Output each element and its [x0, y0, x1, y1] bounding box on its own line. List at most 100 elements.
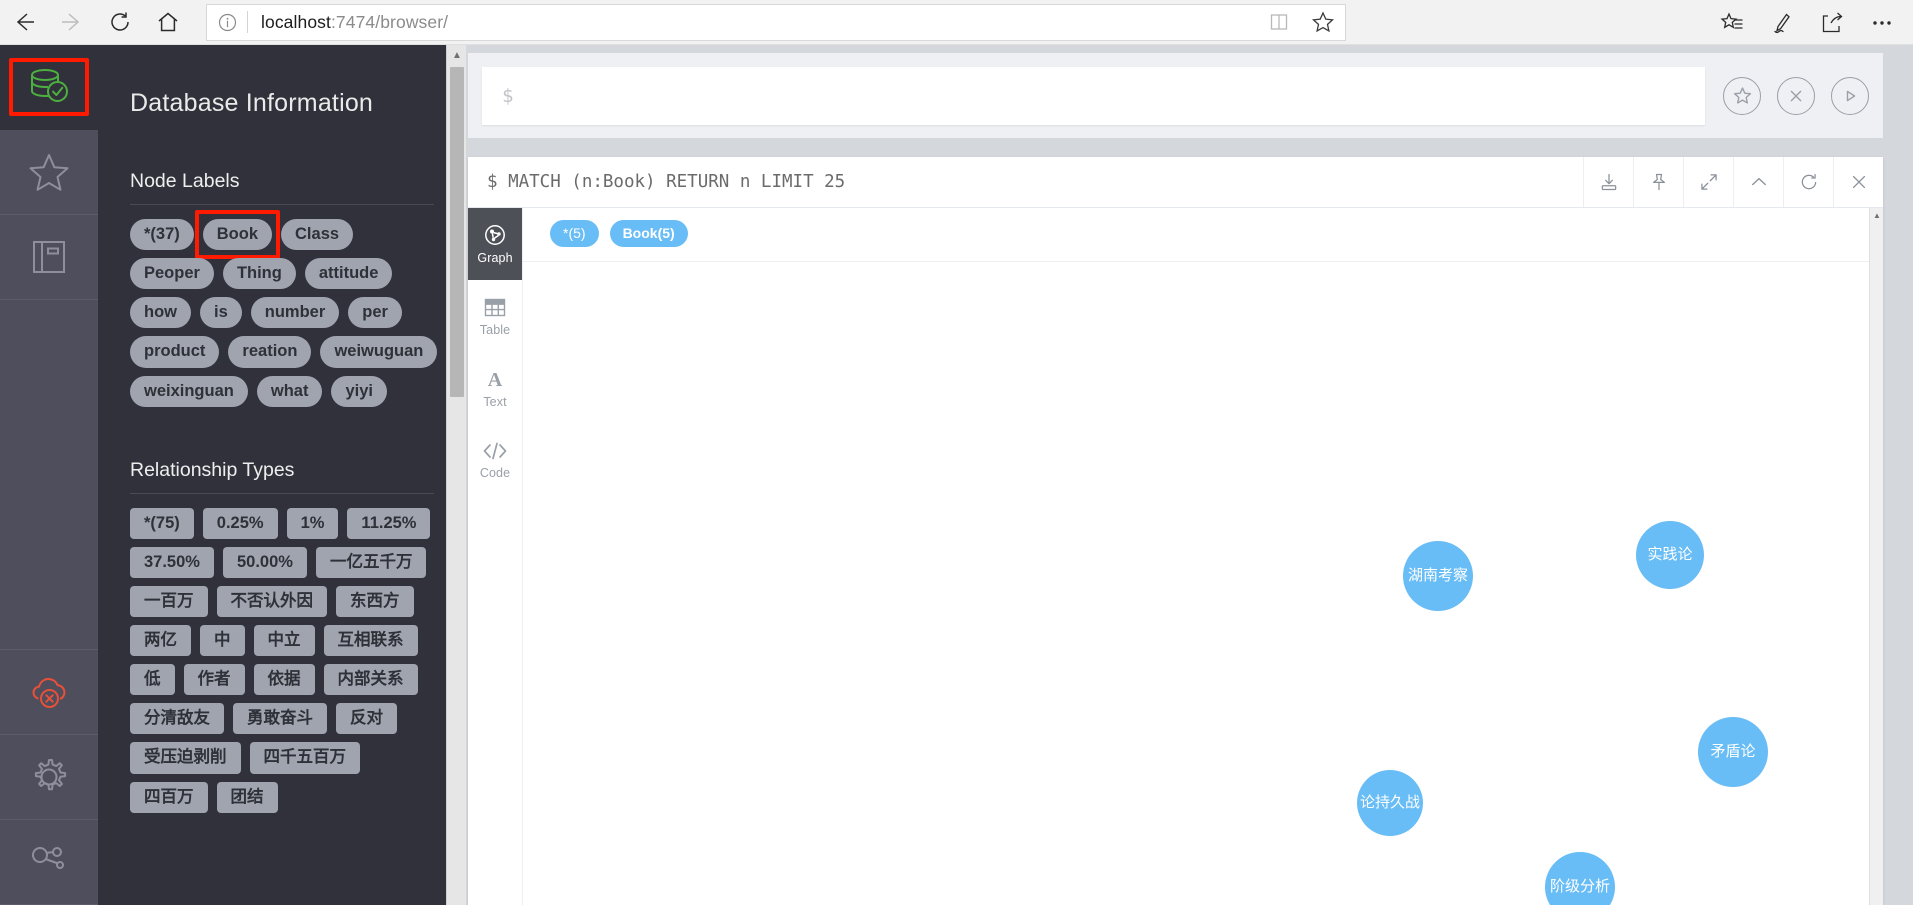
sidebar-item-settings[interactable] — [0, 735, 98, 820]
node-label-chip[interactable]: weixinguan — [130, 375, 248, 407]
sidebar-item-favorites[interactable] — [0, 130, 98, 215]
tab-graph-label: Graph — [477, 251, 513, 265]
tab-graph[interactable]: Graph — [468, 208, 522, 280]
node-label-chip[interactable]: yiyi — [331, 375, 387, 407]
sidebar-item-about[interactable] — [0, 820, 98, 905]
relationship-type-chip[interactable]: 分清敌友 — [130, 703, 224, 735]
relationship-type-chip[interactable]: 四千五百万 — [249, 742, 360, 774]
fullscreen-button[interactable] — [1683, 157, 1733, 207]
graph-node[interactable]: 湖南考察 — [1403, 541, 1473, 611]
close-button[interactable] — [1833, 157, 1883, 207]
address-host: localhost — [261, 11, 331, 32]
relationship-type-chip[interactable]: 11.25% — [347, 507, 431, 539]
ellipsis-icon[interactable] — [1857, 0, 1907, 45]
node-label-chip[interactable]: Class — [281, 219, 354, 251]
relationship-type-chip[interactable]: 依据 — [253, 664, 315, 696]
relationship-type-chip[interactable]: 一亿五千万 — [315, 546, 427, 578]
star-icon[interactable] — [1301, 4, 1345, 41]
graph-node[interactable]: 阶级分析 — [1545, 852, 1615, 905]
node-label-chip[interactable]: how — [130, 297, 191, 329]
star-list-icon[interactable] — [1707, 0, 1757, 45]
relationship-type-chip[interactable]: 1% — [286, 507, 339, 539]
home-button[interactable] — [144, 0, 192, 45]
refresh-button[interactable] — [96, 0, 144, 45]
sidebar-item-database-info[interactable] — [0, 45, 98, 130]
legend-chip[interactable]: Book(5) — [609, 220, 688, 247]
forward-button[interactable] — [48, 0, 96, 45]
node-label-chip[interactable]: reation — [228, 336, 312, 368]
clear-query-button[interactable] — [1777, 76, 1815, 115]
node-label-chip[interactable]: attitude — [304, 258, 393, 290]
address-bar[interactable]: localhost:7474/browser/ — [206, 3, 1346, 41]
node-label-chip[interactable]: *(37) — [130, 219, 194, 251]
relationship-type-chip[interactable]: 东西方 — [336, 585, 414, 617]
graph-node[interactable]: 论持久战 — [1357, 770, 1423, 836]
node-label-chip[interactable]: weiwuguan — [320, 336, 438, 368]
scrollbar-thumb[interactable] — [450, 67, 464, 397]
info-icon[interactable] — [207, 5, 247, 40]
sidebar-item-cloud-disconnected[interactable] — [0, 650, 98, 735]
relationship-type-chip[interactable]: 中立 — [253, 625, 315, 657]
relationship-type-chip[interactable]: 互相联系 — [323, 625, 418, 657]
relationship-type-chip[interactable]: 一百万 — [130, 585, 208, 617]
relationship-type-chip[interactable]: 不否认外因 — [216, 585, 327, 617]
view-switcher: Graph Table A Text Code — [468, 208, 523, 905]
browser-actions — [1707, 0, 1907, 45]
download-button[interactable] — [1583, 157, 1633, 207]
frame-query-text[interactable]: $ MATCH (n:Book) RETURN n LIMIT 25 — [468, 157, 1583, 207]
node-label-chip[interactable]: per — [348, 297, 402, 329]
node-label-chip[interactable]: is — [200, 297, 242, 329]
graph-node[interactable]: 矛盾论 — [1698, 717, 1768, 787]
node-label-chip[interactable]: Peoper — [130, 258, 214, 290]
share-icon[interactable] — [1807, 0, 1857, 45]
node-label-chip-highlight — [194, 210, 281, 260]
graph-legend: *(5) Book(5) — [550, 220, 688, 247]
relationship-type-chip[interactable]: *(75) — [130, 507, 194, 539]
collapse-button[interactable] — [1733, 157, 1783, 207]
frame-scroll-up-icon[interactable]: ▲ — [1870, 208, 1883, 222]
relationship-type-chip[interactable]: 内部关系 — [323, 664, 418, 696]
address-path: :7474/browser/ — [330, 11, 449, 32]
relationship-type-chip[interactable]: 作者 — [183, 664, 245, 696]
relationship-type-chip[interactable]: 37.50% — [130, 546, 214, 578]
relationship-type-chip[interactable]: 勇敢奋斗 — [233, 703, 327, 735]
relationship-type-chip[interactable]: 两亿 — [130, 625, 191, 657]
database-info-drawer: Database Information Node Labels *(37) Bo… — [98, 45, 466, 905]
tab-code-label: Code — [479, 466, 511, 480]
favorite-query-button[interactable] — [1723, 76, 1761, 115]
node-label-chip[interactable]: product — [130, 336, 220, 368]
graph-node[interactable]: 实践论 — [1636, 521, 1704, 589]
tab-table[interactable]: Table — [468, 280, 522, 352]
frame-scrollbar[interactable]: ▲ — [1869, 208, 1883, 905]
node-label-chip[interactable]: number — [250, 297, 340, 329]
drawer-content: Database Information Node Labels *(37) Bo… — [98, 45, 466, 905]
relationship-type-chip[interactable]: 四百万 — [130, 781, 208, 813]
pin-button[interactable] — [1633, 157, 1683, 207]
back-button[interactable] — [0, 0, 48, 45]
drawer-scrollbar[interactable]: ▲ — [446, 45, 466, 905]
address-url[interactable]: localhost:7474/browser/ — [248, 12, 1257, 33]
query-editor[interactable]: $ — [482, 66, 1705, 125]
node-label-chip[interactable]: Thing — [222, 258, 296, 290]
relationship-type-chip[interactable]: 反对 — [336, 703, 397, 735]
relationship-type-chip[interactable]: 0.25% — [202, 507, 278, 539]
graph-canvas[interactable]: *(5) Book(5) 湖南考察 实践论矛盾论论持久战阶级分析 — [523, 208, 1883, 905]
node-labels-list: *(37) Book Class Peoper Thing attitude how is nu… — [98, 205, 466, 407]
tab-code[interactable]: Code — [468, 424, 522, 496]
rerun-button[interactable] — [1783, 157, 1833, 207]
run-query-button[interactable] — [1831, 76, 1869, 115]
sidebar-item-documents[interactable] — [0, 215, 98, 300]
relationship-type-chip[interactable]: 受压迫剥削 — [130, 742, 241, 774]
pen-icon[interactable] — [1757, 0, 1807, 45]
scroll-up-icon[interactable]: ▲ — [447, 45, 466, 65]
relationship-type-chip[interactable]: 50.00% — [222, 546, 307, 578]
node-label-chip[interactable]: Book — [194, 210, 281, 260]
book-icon[interactable] — [1257, 4, 1301, 41]
svg-text:A: A — [488, 369, 503, 391]
relationship-type-chip[interactable]: 中 — [200, 625, 245, 657]
tab-text[interactable]: A Text — [468, 352, 522, 424]
relationship-type-chip[interactable]: 低 — [130, 664, 175, 696]
relationship-type-chip[interactable]: 团结 — [216, 781, 278, 813]
node-label-chip[interactable]: what — [256, 375, 323, 407]
legend-chip[interactable]: *(5) — [550, 220, 599, 247]
